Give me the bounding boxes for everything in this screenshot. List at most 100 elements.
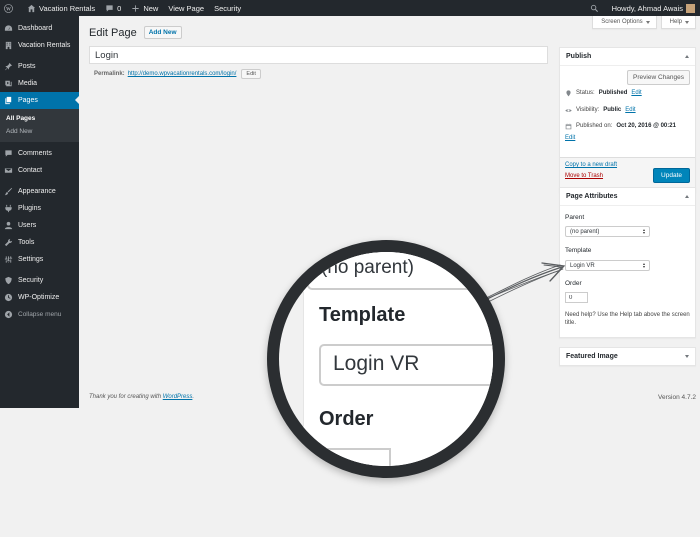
publish-box-header[interactable]: Publish — [560, 48, 695, 66]
screen-meta-links: Screen Options Help — [592, 16, 696, 29]
menu-item-appearance[interactable]: Appearance — [0, 184, 79, 201]
comment-icon — [4, 149, 13, 158]
calendar-icon — [565, 123, 572, 130]
site-name-link[interactable]: Vacation Rentals — [22, 0, 100, 16]
permalink: Permalink: http://demo.wpvacationrentals… — [94, 69, 261, 79]
status-edit-link[interactable]: Edit — [631, 90, 641, 96]
menu-item-posts[interactable]: Posts — [0, 59, 79, 76]
view-page-link[interactable]: View Page — [163, 0, 209, 16]
lens-template-select: Login VR — [319, 344, 493, 386]
wordpress-link[interactable]: WordPress — [163, 394, 193, 400]
menu-item-dashboard[interactable]: Dashboard — [0, 20, 79, 37]
featured-image-box: Featured Image — [559, 347, 696, 366]
lens-template-label: Template — [319, 304, 406, 326]
page-attributes-header[interactable]: Page Attributes — [560, 188, 695, 206]
menu-label-dashboard: Dashboard — [18, 24, 53, 32]
parent-select-value: (no parent) — [570, 228, 600, 235]
permalink-edit-button[interactable]: Edit — [241, 69, 261, 79]
collapse-arrow-up-icon[interactable] — [685, 195, 689, 198]
menu-item-comments[interactable]: Comments — [0, 145, 79, 162]
plugin-icon — [4, 204, 13, 213]
status-label: Status: — [576, 90, 595, 96]
collapse-arrow-icon — [4, 310, 13, 319]
collapse-menu-label: Collapse menu — [18, 311, 62, 319]
update-button[interactable]: Update — [653, 168, 690, 183]
admin-menu: Dashboard Vacation Rentals Posts Media P… — [0, 16, 79, 408]
security-link[interactable]: Security — [209, 0, 246, 16]
menu-label-wp-optimize: WP-Optimize — [18, 294, 60, 302]
submenu-all-pages[interactable]: All Pages — [0, 112, 79, 125]
permalink-url-link[interactable]: http://demo.wpvacationrentals.com/login/ — [128, 71, 237, 77]
plus-icon — [132, 4, 139, 12]
copy-to-draft-link[interactable]: Copy to a new draft — [565, 162, 617, 168]
brush-icon — [4, 187, 13, 196]
menu-label-pages: Pages — [18, 97, 38, 105]
published-on-edit-link[interactable]: Edit — [565, 135, 693, 141]
wordpress-logo-icon[interactable]: W — [0, 0, 22, 16]
submenu-add-new[interactable]: Add New — [0, 125, 79, 138]
published-on-label: Published on: — [576, 123, 613, 129]
featured-image-header[interactable]: Featured Image — [560, 348, 695, 365]
admin-bar: W Vacation Rentals 0 New View Page Secur… — [0, 0, 700, 16]
menu-item-users[interactable]: Users — [0, 217, 79, 234]
move-to-trash-link[interactable]: Move to Trash — [565, 173, 603, 179]
menu-label-tools: Tools — [18, 238, 35, 246]
add-new-page-button[interactable]: Add New — [143, 26, 182, 39]
screen-options-button[interactable]: Screen Options — [592, 16, 657, 29]
lens-parent-select: (no parent) — [307, 252, 493, 290]
help-label: Help — [669, 19, 682, 25]
comment-bubble-icon — [106, 4, 113, 12]
page-attributes-title: Page Attributes — [566, 193, 618, 200]
menu-item-security[interactable]: Security — [0, 273, 79, 290]
permalink-label: Permalink: — [94, 71, 125, 77]
expand-arrow-down-icon[interactable] — [685, 355, 689, 358]
new-content-link[interactable]: New — [126, 0, 163, 16]
menu-label-comments: Comments — [18, 149, 52, 157]
collapse-menu-button[interactable]: Collapse menu — [0, 306, 79, 323]
account-menu[interactable]: Howdy, Ahmad Awais — [607, 0, 700, 16]
preview-changes-button[interactable]: Preview Changes — [627, 70, 690, 85]
visibility-edit-link[interactable]: Edit — [625, 107, 635, 113]
menu-item-wp-optimize[interactable]: WP-Optimize — [0, 289, 79, 306]
visibility-row: Visibility: Public Edit — [565, 107, 636, 114]
avatar — [686, 3, 695, 13]
view-page-label: View Page — [168, 3, 205, 13]
template-select-value: Login VR — [570, 262, 595, 269]
menu-item-media[interactable]: Media — [0, 75, 79, 92]
footer-thanks-text: Thank you for creating with — [89, 394, 162, 400]
visibility-label: Visibility: — [576, 107, 600, 113]
chevron-down-icon — [685, 20, 689, 24]
dashboard-icon — [4, 24, 13, 33]
home-icon — [27, 4, 36, 12]
parent-select[interactable]: (no parent) — [565, 226, 650, 237]
pages-icon — [4, 96, 13, 105]
menu-item-plugins[interactable]: Plugins — [0, 200, 79, 217]
building-icon — [4, 41, 13, 50]
search-icon[interactable] — [585, 0, 607, 16]
menu-label-security: Security — [18, 277, 44, 285]
published-on-row: Published on: Oct 20, 2016 @ 00:21 Edit — [565, 123, 693, 141]
select-arrows-icon — [643, 263, 645, 268]
menu-item-settings[interactable]: Settings — [0, 251, 79, 268]
page-heading: Edit Page Add New — [89, 26, 182, 39]
menu-item-tools[interactable]: Tools — [0, 234, 79, 251]
post-title-input[interactable] — [89, 46, 548, 64]
menu-item-pages[interactable]: Pages — [0, 92, 79, 109]
pin-icon — [566, 90, 571, 97]
page-attributes-box: Page Attributes Parent (no parent) Templ… — [559, 187, 696, 338]
wrench-icon — [4, 238, 13, 247]
lens-order-input — [319, 448, 391, 466]
menu-item-contact[interactable]: Contact — [0, 162, 79, 179]
footer-thanks: Thank you for creating with WordPress. — [89, 394, 194, 400]
screen-options-label: Screen Options — [601, 19, 643, 25]
security-label: Security — [214, 3, 242, 13]
menu-label-posts: Posts — [18, 63, 36, 71]
help-button[interactable]: Help — [660, 16, 696, 29]
pin-icon — [4, 62, 13, 71]
menu-item-vacation-rentals[interactable]: Vacation Rentals — [0, 37, 79, 54]
template-select[interactable]: Login VR — [565, 260, 650, 271]
menu-label-contact: Contact — [18, 166, 43, 174]
comments-link[interactable]: 0 — [100, 0, 126, 16]
page-title: Edit Page — [89, 26, 137, 39]
collapse-arrow-up-icon[interactable] — [685, 55, 689, 58]
